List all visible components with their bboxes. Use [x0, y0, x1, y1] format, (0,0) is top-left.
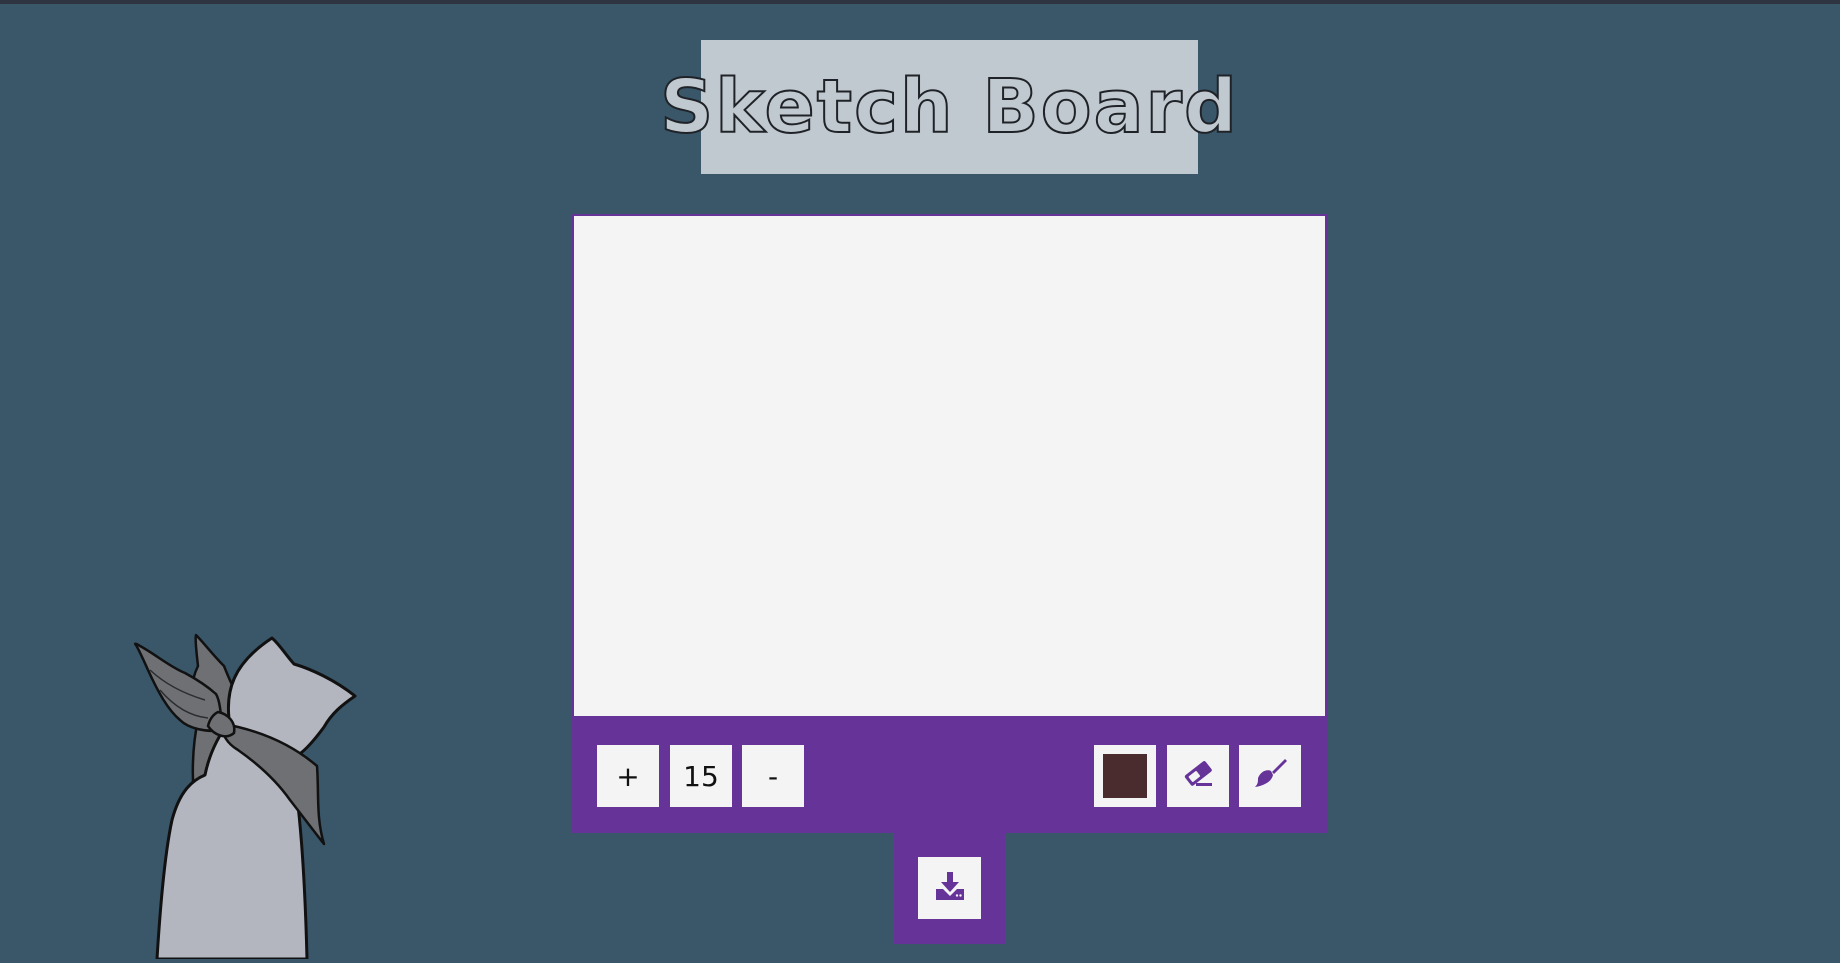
- top-strip: [0, 0, 1840, 4]
- brush-size-value: 15: [670, 745, 732, 807]
- brush-icon: [1252, 756, 1288, 797]
- download-button[interactable]: [918, 857, 981, 919]
- cat-illustration: [110, 630, 400, 961]
- brush-button[interactable]: [1239, 745, 1301, 807]
- eraser-button[interactable]: [1167, 745, 1229, 807]
- drawing-canvas[interactable]: [574, 216, 1325, 716]
- decrease-size-button[interactable]: -: [742, 745, 804, 807]
- eraser-icon: [1182, 758, 1214, 795]
- page-title: Sketch Board: [659, 63, 1240, 151]
- color-swatch: [1103, 754, 1147, 798]
- download-icon: [935, 871, 965, 905]
- increase-size-button[interactable]: +: [597, 745, 659, 807]
- title-banner: Sketch Board: [659, 40, 1238, 174]
- color-picker-button[interactable]: [1094, 745, 1156, 807]
